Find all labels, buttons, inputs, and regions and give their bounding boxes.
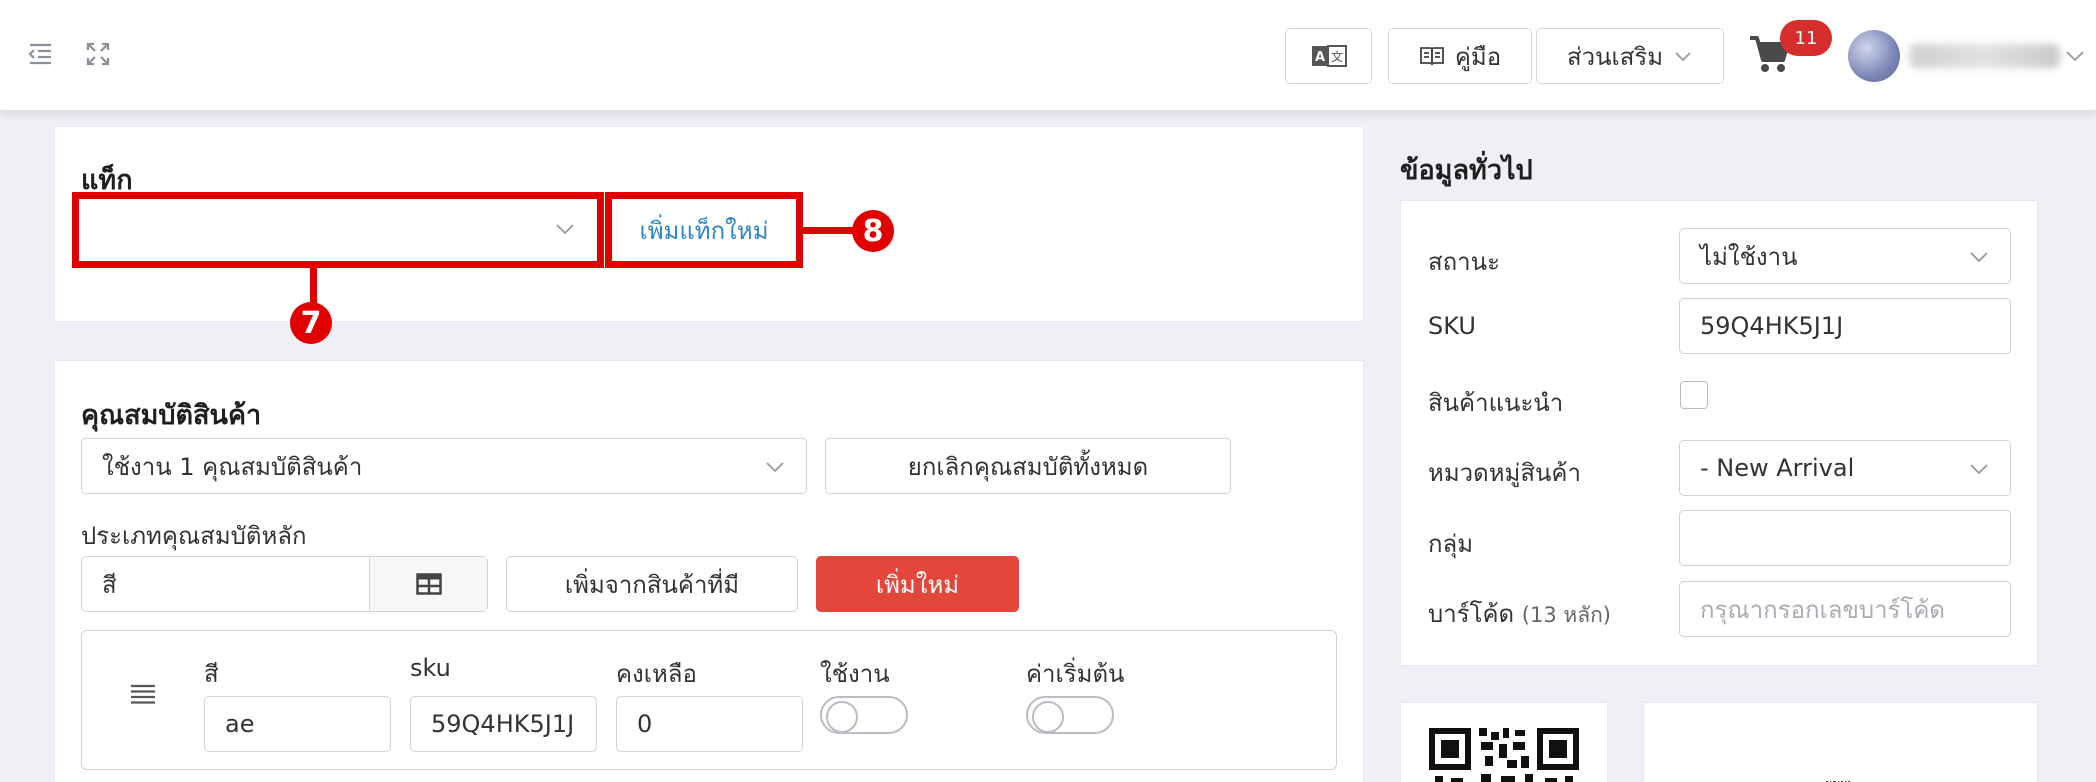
row-default-toggle[interactable] <box>1026 696 1114 734</box>
status-label: สถานะ <box>1428 248 1500 276</box>
sku-value: 59Q4HK5J1J <box>1700 312 1844 340</box>
cancel-all-attributes-button[interactable]: ยกเลิกคุณสมบัติทั้งหมด <box>825 438 1231 494</box>
chevron-down-icon <box>1968 457 1990 479</box>
cart-count-badge: 11 <box>1780 20 1832 56</box>
barcode-placeholder: กรุณากรอกเลขบาร์โค้ด <box>1700 595 1945 624</box>
barcode-icon <box>1826 774 1850 782</box>
row-active-toggle[interactable] <box>820 696 908 734</box>
fullscreen-icon[interactable] <box>84 40 112 68</box>
drag-handle-icon[interactable] <box>130 683 156 709</box>
row-color-input[interactable]: ae <box>204 696 391 752</box>
row-sku-value: 59Q4HK5J1J <box>431 710 575 738</box>
addons-label: ส่วนเสริม <box>1566 42 1664 71</box>
table-grid-icon <box>415 573 442 595</box>
barcode-input[interactable]: กรุณากรอกเลขบาร์โค้ด <box>1679 581 2011 637</box>
add-from-existing-button[interactable]: เพิ่มจากสินค้าที่มี <box>506 556 798 612</box>
manual-label: คู่มือ <box>1454 42 1502 71</box>
row-color-value: ae <box>225 710 255 738</box>
general-title: ข้อมูลทั่วไป <box>1400 155 1533 186</box>
qr-code-icon <box>1429 728 1579 782</box>
annotation-box-tag-select <box>72 192 604 268</box>
sku-label: SKU <box>1428 312 1476 340</box>
row-stock-input[interactable]: 0 <box>616 696 803 752</box>
chevron-down-icon <box>1673 46 1693 66</box>
barcode-label-text: บาร์โค้ด <box>1428 600 1515 628</box>
addons-dropdown[interactable]: ส่วนเสริม <box>1536 28 1724 84</box>
category-select[interactable]: - New Arrival <box>1679 440 2011 496</box>
col-active-header: ใช้งาน <box>820 660 890 688</box>
annotation-number-8: 8 <box>852 210 894 252</box>
main-type-input[interactable]: สี <box>81 556 488 612</box>
col-color-header: สี <box>204 660 219 688</box>
col-stock-header: คงเหลือ <box>616 660 697 688</box>
book-icon <box>1419 45 1445 67</box>
category-value: - New Arrival <box>1700 454 1855 482</box>
status-value: ไม่ใช้งาน <box>1700 242 1798 271</box>
featured-label: สินค้าแนะนำ <box>1428 389 1564 417</box>
barcode-card <box>1643 702 2038 782</box>
barcode-label: บาร์โค้ด (13 หลัก) <box>1428 594 1611 633</box>
row-sku-input[interactable]: 59Q4HK5J1J <box>410 696 597 752</box>
col-sku-header: sku <box>410 654 451 682</box>
top-bar: A文 คู่มือ ส่วนเสริม 11 <box>0 0 2096 110</box>
attributes-title: คุณสมบัติสินค้า <box>81 400 262 431</box>
translate-icon: A文 <box>1311 45 1347 67</box>
annotation-leader-7 <box>310 268 317 304</box>
translate-button[interactable]: A文 <box>1285 28 1372 84</box>
group-input[interactable] <box>1679 510 2011 566</box>
username-blurred[interactable] <box>1910 44 2060 68</box>
featured-checkbox[interactable] <box>1680 381 1708 409</box>
add-tag-button[interactable]: เพิ่มแท็กใหม่ <box>612 199 796 261</box>
svg-text:文: 文 <box>1330 49 1342 64</box>
sku-input[interactable]: 59Q4HK5J1J <box>1679 298 2011 354</box>
annotation-number-7: 7 <box>290 302 332 344</box>
chevron-down-icon[interactable] <box>2064 44 2086 66</box>
category-label: หมวดหมู่สินค้า <box>1428 459 1581 487</box>
chevron-down-icon <box>1968 245 1990 267</box>
attribute-count-value: ใช้งาน 1 คุณสมบัติสินค้า <box>102 452 363 481</box>
col-default-header: ค่าเริ่มต้น <box>1026 660 1125 688</box>
avatar[interactable] <box>1848 30 1900 82</box>
main-type-label: ประเภทคุณสมบัติหลัก <box>81 522 307 550</box>
grid-picker-button[interactable] <box>369 557 487 611</box>
chevron-down-icon <box>764 455 786 477</box>
add-new-attribute-button[interactable]: เพิ่มใหม่ <box>816 556 1019 612</box>
main-type-value: สี <box>102 570 117 599</box>
manual-button[interactable]: คู่มือ <box>1388 28 1532 84</box>
attribute-count-select[interactable]: ใช้งาน 1 คุณสมบัติสินค้า <box>81 438 807 494</box>
collapse-menu-icon[interactable] <box>26 40 54 68</box>
barcode-hint: (13 หลัก) <box>1521 603 1611 627</box>
group-label: กลุ่ม <box>1428 530 1474 558</box>
svg-text:A: A <box>1314 50 1324 65</box>
row-stock-value: 0 <box>637 710 653 738</box>
status-select[interactable]: ไม่ใช้งาน <box>1679 228 2011 284</box>
